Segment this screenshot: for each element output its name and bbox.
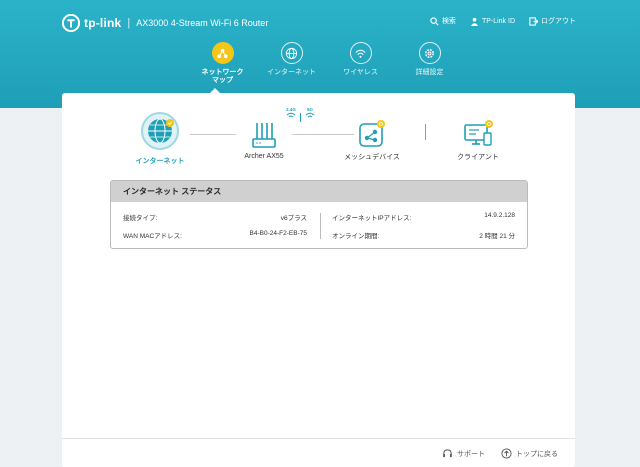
nav-network-map[interactable]: ネットワーク マップ xyxy=(188,42,257,85)
status-divider xyxy=(320,213,321,239)
headset-icon xyxy=(443,449,452,458)
brand-name: tp-link xyxy=(84,16,122,30)
arrow-up-circle-icon xyxy=(501,448,512,459)
connection-type-label: 接続タイプ: xyxy=(123,215,158,222)
node-router-label: Archer AX55 xyxy=(244,153,284,160)
wifi-bands: 2.4G 5G xyxy=(286,107,315,122)
online-time-value: 2 時間 21 分 xyxy=(479,233,515,240)
band-separator xyxy=(300,113,301,122)
logout-link[interactable]: ログアウト xyxy=(529,16,576,26)
nav-wireless-circle xyxy=(349,42,372,64)
logout-label: ログアウト xyxy=(541,18,576,25)
back-to-top-link[interactable]: トップに戻る xyxy=(501,448,558,459)
wifi-icon xyxy=(355,49,366,58)
back-to-top-label: トップに戻る xyxy=(516,450,558,458)
topology-map: 2.4G 5G インターネット Archer AX55 メッシュデバイス クライ… xyxy=(62,93,575,173)
router-model: AX3000 4-Stream Wi-Fi 6 Router xyxy=(136,18,269,28)
mesh-client-divider xyxy=(425,124,426,140)
nav-advanced-label: 詳細設定 xyxy=(415,69,444,76)
nav-internet-label: インターネット xyxy=(267,69,316,76)
connection-type-value: v6プラス xyxy=(280,215,307,222)
wan-mac-label: WAN MACアドレス: xyxy=(123,233,182,240)
node-router[interactable]: Archer AX55 xyxy=(238,121,290,160)
nav-internet[interactable]: インターネット xyxy=(257,42,326,85)
nav-wireless[interactable]: ワイヤレス xyxy=(326,42,395,85)
mesh-device-icon xyxy=(359,120,385,147)
search-label: 検索 xyxy=(441,18,456,25)
node-client[interactable]: クライアント xyxy=(446,119,510,162)
search-link[interactable]: 検索 xyxy=(430,16,456,26)
tp-link-logo-icon xyxy=(62,14,80,32)
support-label: サポート xyxy=(457,450,485,458)
logout-icon xyxy=(529,16,538,26)
internet-status-panel: インターネット ステータス 接続タイプ: v6プラス WAN MACアドレス: … xyxy=(110,180,528,249)
network-map-icon xyxy=(217,48,228,58)
node-mesh-label: メッシュデバイス xyxy=(344,154,400,161)
client-device-icon xyxy=(464,120,493,146)
support-link[interactable]: サポート xyxy=(442,448,485,459)
internet-ip-label: インターネットIPアドレス: xyxy=(332,215,412,222)
wifi-24g-icon xyxy=(286,112,296,118)
tplink-id-link[interactable]: TP-Link ID xyxy=(470,17,515,26)
node-mesh[interactable]: メッシュデバイス xyxy=(340,119,404,162)
status-title: インターネット ステータス xyxy=(111,181,527,202)
band-5g: 5G xyxy=(305,107,315,122)
gear-icon xyxy=(425,48,434,58)
band-24g: 2.4G xyxy=(286,107,296,122)
status-body: 接続タイプ: v6プラス WAN MACアドレス: B4-B0-24-F2-EB… xyxy=(111,202,527,248)
main-nav: ネットワーク マップ インターネット ワイヤレス 詳細設定 xyxy=(188,42,464,85)
nav-advanced-circle xyxy=(418,42,441,64)
wifi-5g-icon xyxy=(305,112,315,118)
internet-globe-icon xyxy=(141,112,179,150)
node-internet-label: インターネット xyxy=(135,158,185,165)
nav-advanced[interactable]: 詳細設定 xyxy=(395,42,464,85)
node-client-label: クライアント xyxy=(457,154,499,161)
node-internet[interactable]: インターネット xyxy=(132,111,188,166)
wan-mac-value: B4-B0-24-F2-EB-75 xyxy=(249,230,307,237)
tplink-id-label: TP-Link ID xyxy=(481,17,515,25)
nav-internet-circle xyxy=(280,42,303,64)
footer-links: サポート トップに戻る xyxy=(442,448,558,459)
search-icon xyxy=(430,16,439,26)
globe-icon xyxy=(285,47,298,59)
router-icon xyxy=(252,123,276,148)
brand-separator: | xyxy=(127,17,131,29)
header-bar: tp-link | AX3000 4-Stream Wi-Fi 6 Router… xyxy=(0,0,640,108)
line-internet-router xyxy=(190,134,236,135)
online-time-label: オンライン期間: xyxy=(332,233,380,240)
internet-ip-value: 14.9.2.128 xyxy=(484,212,515,219)
brand-logo: tp-link | AX3000 4-Stream Wi-Fi 6 Router xyxy=(62,13,268,33)
footer-divider xyxy=(62,438,575,439)
nav-wireless-label: ワイヤレス xyxy=(343,69,378,76)
user-icon xyxy=(470,17,479,26)
top-links: 検索 TP-Link ID ログアウト xyxy=(430,16,576,26)
nav-network-map-label: ネットワーク マップ xyxy=(201,69,244,84)
network-map-card: 2.4G 5G インターネット Archer AX55 メッシュデバイス クライ… xyxy=(62,93,575,467)
nav-network-map-circle xyxy=(211,42,234,64)
